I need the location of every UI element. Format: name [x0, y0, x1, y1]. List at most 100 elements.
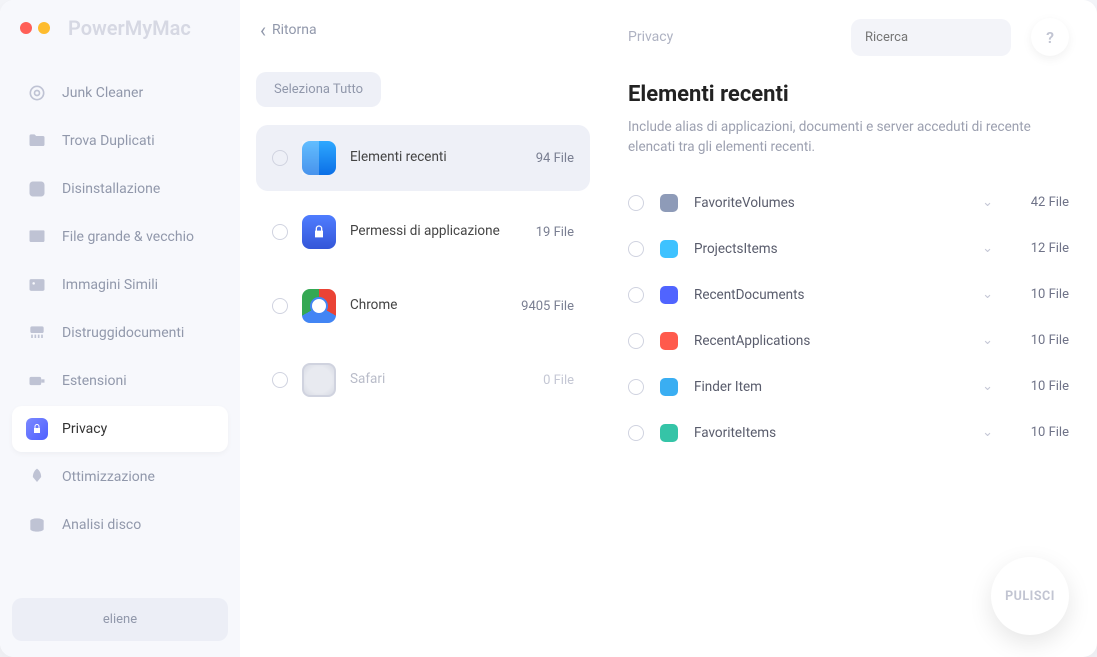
detail-list: FavoriteVolumes ⌄ 42 File ProjectsItems ⌄ 12 … [628, 180, 1069, 456]
search-box[interactable] [851, 19, 1011, 56]
item-count: 10 File [1009, 425, 1069, 440]
item-name: Finder Item [694, 379, 966, 395]
category-count: 0 File [543, 373, 574, 388]
clean-button[interactable]: PULISCI [991, 557, 1069, 635]
item-icon [660, 332, 678, 350]
item-name: FavoriteItems [694, 425, 966, 441]
sidebar-item-large-old[interactable]: File grande & vecchio [12, 214, 228, 260]
finder-icon [302, 141, 336, 175]
sidebar-menu: Junk Cleaner Trova Duplicati Disinstalla… [12, 70, 228, 598]
checkbox[interactable] [628, 333, 644, 349]
category-count: 19 File [536, 225, 574, 240]
item-count: 10 File [1009, 379, 1069, 394]
lock-icon [26, 418, 48, 440]
checkbox[interactable] [272, 224, 288, 240]
sidebar-item-optimization[interactable]: Ottimizzazione [12, 454, 228, 500]
item-icon [660, 424, 678, 442]
minimize-icon[interactable] [38, 22, 50, 34]
chevron-down-icon[interactable]: ⌄ [982, 287, 993, 302]
chevron-down-icon[interactable]: ⌄ [982, 333, 993, 348]
clean-label: PULISCI [1005, 589, 1055, 604]
sidebar-item-label: Disinstallazione [62, 181, 160, 197]
help-icon: ? [1046, 28, 1054, 47]
checkbox[interactable] [628, 241, 644, 257]
category-count: 94 File [536, 151, 574, 166]
chevron-down-icon[interactable]: ⌄ [982, 425, 993, 440]
sidebar-item-similar-images[interactable]: Immagini Simili [12, 262, 228, 308]
category-chrome[interactable]: Chrome 9405 File [256, 273, 590, 339]
detail-row[interactable]: ProjectsItems ⌄ 12 File [628, 226, 1069, 272]
item-count: 10 File [1009, 333, 1069, 348]
back-button[interactable]: Ritorna [260, 18, 590, 42]
item-icon [660, 194, 678, 212]
chevron-down-icon[interactable]: ⌄ [982, 379, 993, 394]
search-input[interactable] [865, 30, 1031, 45]
rocket-icon [26, 466, 48, 488]
item-name: RecentDocuments [694, 287, 966, 303]
app-window: PowerMyMac Junk Cleaner Trova Duplicati … [0, 0, 1097, 657]
item-icon [660, 286, 678, 304]
sidebar-item-label: File grande & vecchio [62, 229, 194, 245]
category-label: Chrome [350, 297, 507, 315]
shredder-icon [26, 322, 48, 344]
sidebar-item-junk-cleaner[interactable]: Junk Cleaner [12, 70, 228, 116]
category-count: 9405 File [521, 299, 574, 314]
item-name: RecentApplications [694, 333, 966, 349]
sidebar-item-privacy[interactable]: Privacy [12, 406, 228, 452]
folder-icon [26, 130, 48, 152]
sidebar-item-label: Trova Duplicati [62, 133, 155, 149]
window-controls: PowerMyMac [20, 16, 228, 40]
category-safari[interactable]: Safari 0 File [256, 347, 590, 413]
category-app-permissions[interactable]: Permessi di applicazione 19 File [256, 199, 590, 265]
item-count: 12 File [1009, 241, 1069, 256]
category-label: Elementi recenti [350, 149, 522, 167]
item-name: FavoriteVolumes [694, 195, 966, 211]
sidebar-item-label: Ottimizzazione [62, 469, 155, 485]
sidebar-item-label: Analisi disco [62, 517, 141, 533]
category-recent-items[interactable]: Elementi recenti 94 File [256, 125, 590, 191]
target-icon [26, 82, 48, 104]
checkbox[interactable] [628, 195, 644, 211]
chevron-down-icon[interactable]: ⌄ [982, 241, 993, 256]
sidebar-item-uninstall[interactable]: Disinstallazione [12, 166, 228, 212]
user-badge[interactable]: eliene [12, 598, 228, 641]
item-icon [660, 378, 678, 396]
select-all-button[interactable]: Seleziona Tutto [256, 72, 381, 107]
detail-panel: Privacy ? Elementi recenti Include alias… [600, 0, 1097, 657]
app-store-icon [26, 178, 48, 200]
sidebar-item-duplicates[interactable]: Trova Duplicati [12, 118, 228, 164]
item-icon [660, 240, 678, 258]
checkbox[interactable] [628, 425, 644, 441]
sidebar-item-disk[interactable]: Analisi disco [12, 502, 228, 548]
help-button[interactable]: ? [1031, 18, 1069, 56]
sidebar-item-extensions[interactable]: Estensioni [12, 358, 228, 404]
sidebar-item-label: Immagini Simili [62, 277, 158, 293]
app-title: PowerMyMac [68, 16, 191, 40]
extension-icon [26, 370, 48, 392]
category-list: Elementi recenti 94 File Permessi di app… [256, 125, 590, 413]
checkbox[interactable] [272, 372, 288, 388]
section-title: Elementi recenti [628, 82, 1069, 107]
checkbox[interactable] [272, 298, 288, 314]
chrome-icon [302, 289, 336, 323]
item-count: 42 File [1009, 195, 1069, 210]
item-name: ProjectsItems [694, 241, 966, 257]
checkbox[interactable] [272, 150, 288, 166]
sidebar-item-shredder[interactable]: Distruggidocumenti [12, 310, 228, 356]
detail-row[interactable]: FavoriteItems ⌄ 10 File [628, 410, 1069, 456]
chevron-down-icon[interactable]: ⌄ [982, 195, 993, 210]
item-count: 10 File [1009, 287, 1069, 302]
close-icon[interactable] [20, 22, 32, 34]
detail-row[interactable]: FavoriteVolumes ⌄ 42 File [628, 180, 1069, 226]
checkbox[interactable] [628, 379, 644, 395]
sidebar-item-label: Junk Cleaner [62, 85, 143, 101]
sidebar-item-label: Estensioni [62, 373, 127, 389]
archive-icon [26, 226, 48, 248]
detail-row[interactable]: RecentApplications ⌄ 10 File [628, 318, 1069, 364]
detail-row[interactable]: Finder Item ⌄ 10 File [628, 364, 1069, 410]
image-icon [26, 274, 48, 296]
detail-row[interactable]: RecentDocuments ⌄ 10 File [628, 272, 1069, 318]
checkbox[interactable] [628, 287, 644, 303]
select-all-label: Seleziona Tutto [274, 82, 363, 97]
safari-icon [302, 363, 336, 397]
